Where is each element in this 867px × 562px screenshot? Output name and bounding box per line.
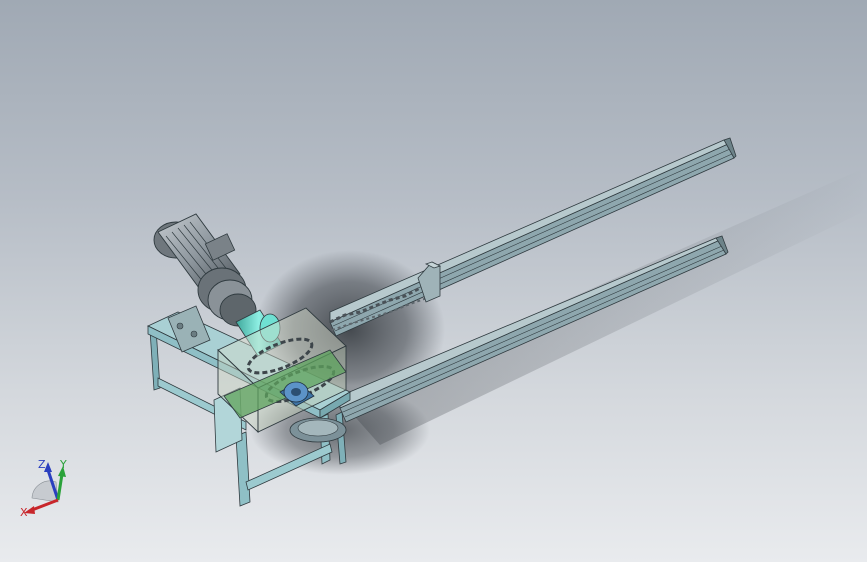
z-axis-label: Z — [38, 458, 46, 471]
x-axis-arrow-icon — [31, 498, 59, 512]
cad-graphics-viewport[interactable]: Z Y X — [0, 0, 867, 562]
x-axis-label: X — [20, 506, 28, 519]
return-pulley[interactable] — [289, 417, 347, 443]
y-axis-label: Y — [59, 458, 67, 471]
y-axis-arrow-icon — [56, 473, 64, 501]
upper-guide-rail[interactable] — [329, 137, 737, 337]
orientation-triad[interactable]: Z Y X — [18, 452, 78, 522]
assembly-model[interactable] — [0, 0, 867, 562]
electric-motor[interactable] — [153, 213, 257, 327]
